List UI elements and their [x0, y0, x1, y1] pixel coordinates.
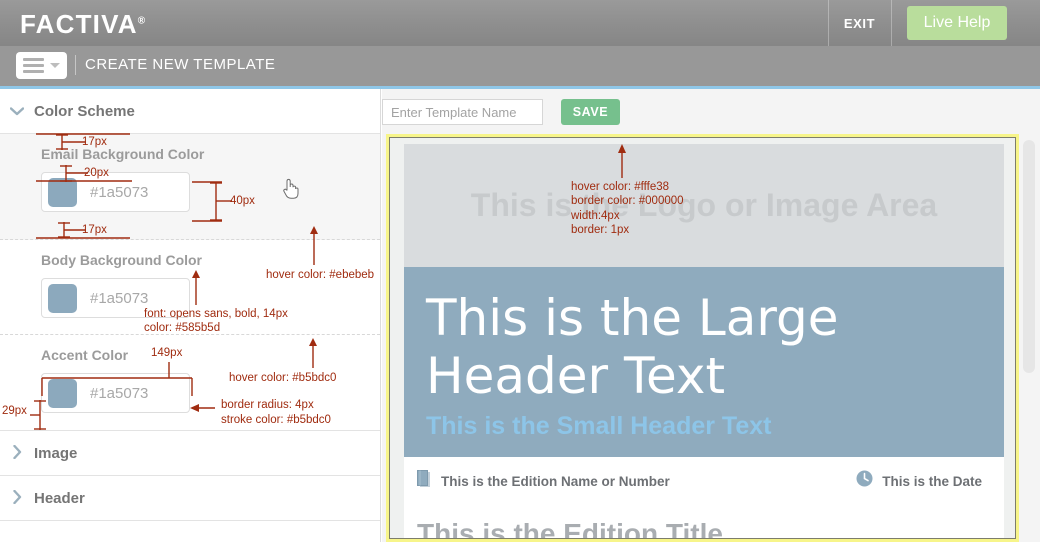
color-swatch-icon[interactable] [48, 378, 77, 408]
edition-title-text: This is the Edition Title [417, 518, 723, 539]
color-swatch-icon[interactable] [48, 177, 77, 207]
sidebar-item-header[interactable]: Header [0, 476, 380, 521]
field-accent-color: Accent Color #1a5073 [0, 335, 380, 431]
chevron-down-icon [50, 63, 60, 68]
sidebar: Color Scheme Email Background Color #1a5… [0, 89, 381, 542]
large-header-line-2: Header Text [426, 347, 726, 405]
hamburger-menu-button[interactable] [16, 52, 67, 79]
logo-area-placeholder-text: This is the Logo or Image Area [470, 187, 938, 223]
sidebar-label-header: Header [34, 489, 85, 507]
book-icon [417, 469, 432, 493]
sidebar-item-image[interactable]: Image [0, 431, 380, 476]
vertical-scrollbar-thumb[interactable] [1023, 140, 1035, 373]
field-email-background-color: Email Background Color #1a5073 [0, 134, 380, 240]
top-bar: FACTIVA® EXIT Live Help [0, 0, 1040, 46]
page-title: CREATE NEW TEMPLATE [85, 56, 276, 73]
clock-icon [856, 470, 873, 492]
app-root: FACTIVA® EXIT Live Help CREATE NEW TEMPL… [0, 0, 1040, 542]
preview-pane: This is the Logo or Image Area This is t… [382, 89, 1040, 542]
edition-name-group: This is the Edition Name or Number [417, 469, 670, 493]
color-hex-value: #1a5073 [90, 384, 149, 402]
field-body-background-color: Body Background Color #1a5073 [0, 240, 380, 335]
small-header-text: This is the Small Header Text [426, 412, 772, 440]
template-preview: This is the Logo or Image Area This is t… [389, 137, 1016, 539]
save-button[interactable]: SAVE [561, 99, 620, 125]
edition-date-group: This is the Date [856, 470, 982, 492]
live-help-button[interactable]: Live Help [907, 6, 1007, 40]
edition-info-row: This is the Edition Name or Number This … [404, 457, 1004, 505]
color-swatch-icon[interactable] [48, 283, 77, 313]
brand-text: FACTIVA [20, 9, 138, 39]
mouse-cursor-pointer-icon [281, 177, 301, 201]
color-input-body-background[interactable]: #1a5073 [41, 278, 190, 318]
template-name-input[interactable]: Enter Template Name [382, 99, 543, 125]
chevron-right-icon [0, 444, 34, 462]
color-input-accent[interactable]: #1a5073 [41, 373, 190, 413]
hamburger-menu-icon [23, 58, 44, 73]
field-label: Email Background Color [41, 146, 205, 162]
large-header-line-1: This is the Large [426, 289, 839, 347]
sidebar-item-color-scheme[interactable]: Color Scheme [0, 89, 380, 134]
field-label: Accent Color [41, 347, 129, 363]
subbar-divider [75, 55, 76, 75]
color-hex-value: #1a5073 [90, 183, 149, 201]
field-label: Body Background Color [41, 252, 203, 268]
factiva-logo: FACTIVA® [20, 9, 145, 40]
header-area[interactable]: This is the Large Header Text This is th… [404, 267, 1004, 457]
edition-title-area: This is the Edition Title [404, 505, 1004, 539]
edition-date-text: This is the Date [882, 473, 982, 489]
logo-image-area[interactable]: This is the Logo or Image Area [404, 144, 1004, 267]
chevron-down-icon [0, 104, 34, 119]
topbar-divider-right [891, 0, 892, 46]
chevron-right-icon [0, 489, 34, 507]
color-input-email-background[interactable]: #1a5073 [41, 172, 190, 212]
edition-name-text: This is the Edition Name or Number [441, 473, 670, 489]
color-hex-value: #1a5073 [90, 289, 149, 307]
registered-mark-icon: ® [137, 15, 146, 27]
color-scheme-body: Email Background Color #1a5073 Body Back… [0, 134, 380, 431]
sidebar-label-color-scheme: Color Scheme [34, 102, 135, 120]
template-preview-frame: This is the Logo or Image Area This is t… [386, 134, 1019, 542]
exit-button[interactable]: EXIT [828, 0, 891, 46]
sidebar-label-image: Image [34, 444, 78, 462]
